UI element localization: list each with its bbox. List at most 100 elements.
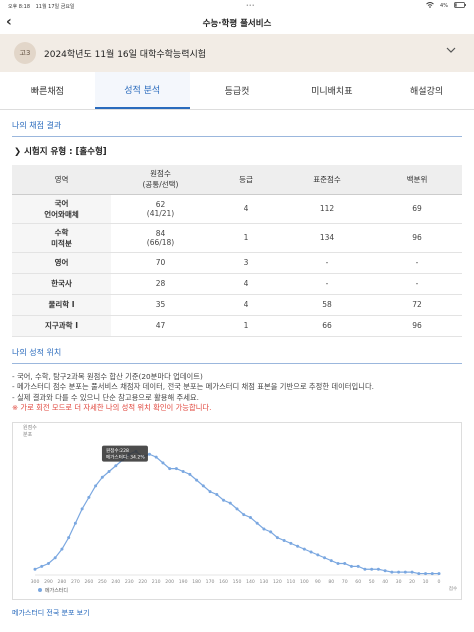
std-cell: 134 [282, 223, 372, 253]
exam-selector[interactable]: 고3 2024학년도 11월 16일 대학수학능력시험 [0, 34, 474, 72]
legend-label: 메가스터디 [45, 587, 68, 594]
data-point [87, 495, 91, 499]
subject-elective: 미적분 [51, 238, 72, 248]
data-point [53, 555, 57, 559]
battery-icon [454, 2, 466, 10]
table-row: 국어 언어와매체 62 (41/21) 4 112 69 [12, 194, 462, 224]
raw-cell: 62 (41/21) [111, 194, 210, 224]
x-tick-label: 190 [179, 579, 188, 585]
score-distribution-chart: 원점수 분포 300 290 280 270 260 250 240 230 220 210 200 19… [12, 421, 462, 600]
x-tick-label: 40 [382, 579, 388, 585]
data-point [201, 483, 205, 487]
grade-cell: 1 [210, 223, 282, 253]
data-point [222, 498, 226, 502]
tab-score-analysis[interactable]: 성적 분석 [94, 72, 190, 109]
tab-mini-placement[interactable]: 미니배치표 [284, 72, 379, 109]
data-point [343, 561, 347, 565]
x-tick-label: 180 [192, 579, 201, 585]
raw-score: 62 [155, 199, 166, 209]
subject-elective: 언어와매체 [44, 209, 79, 219]
header-pct: 백분위 [372, 165, 462, 195]
data-point [94, 483, 98, 487]
data-point [376, 567, 380, 571]
data-point [228, 501, 232, 505]
x-tick-label: 300 [31, 579, 40, 585]
x-tick-label: 80 [328, 579, 334, 585]
data-point [329, 558, 333, 562]
table-row: 영어 70 3 - - [12, 252, 462, 274]
table-row: 지구과학 I 47 1 66 96 [12, 315, 462, 337]
raw-cell: 70 [111, 252, 210, 274]
header-grade: 등급 [210, 165, 282, 195]
data-point [73, 521, 77, 525]
score-table: 영역 원점수 (공통/선택) 등급 표준점수 백분위 국어 언어와매체 62 (… [12, 165, 462, 337]
series-line [34, 450, 439, 574]
grade-cell: 4 [210, 294, 282, 316]
x-tick-label: 60 [355, 579, 361, 585]
data-point [349, 564, 353, 568]
raw-cell: 47 [111, 315, 210, 337]
data-point [80, 506, 84, 510]
data-point [302, 547, 306, 551]
data-point [424, 571, 428, 575]
data-point [289, 541, 293, 545]
data-point [417, 571, 421, 575]
x-tick-label: 200 [165, 579, 174, 585]
section-divider [12, 362, 462, 364]
data-point [430, 571, 434, 575]
header-raw-label: 원점수 [150, 169, 171, 179]
status-date: 11월 17일 금요일 [35, 3, 75, 10]
data-point [195, 478, 199, 482]
data-point [336, 561, 340, 565]
back-chevron-icon[interactable]: ‹ [6, 14, 12, 30]
data-point [309, 550, 313, 553]
data-point [60, 547, 64, 551]
position-section-title: 나의 성적 위치 [12, 347, 62, 357]
header-raw-sub: (공통/선택) [142, 180, 179, 190]
raw-cell: 35 [111, 294, 210, 316]
data-point [255, 521, 259, 525]
grade-cell: 4 [210, 273, 282, 295]
data-point [46, 561, 50, 565]
tab-grade-cut[interactable]: 등급컷 [190, 72, 285, 109]
data-point [242, 512, 246, 516]
national-distribution-link[interactable]: 메가스터디 전국 분포 보기 [12, 608, 462, 618]
x-tick-label: 70 [342, 579, 348, 585]
subject-cell: 영어 [12, 252, 111, 274]
status-left: 오후 8:18 11월 17일 금요일 [8, 3, 75, 10]
data-point [154, 455, 158, 459]
data-point [107, 469, 111, 473]
chevron-down-icon[interactable] [446, 46, 456, 57]
data-point [168, 466, 172, 470]
paper-type: ❯ 시험지 유형 : [홀수형] [14, 147, 107, 157]
pct-cell: 69 [372, 194, 462, 224]
x-tick-label: 220 [138, 579, 147, 585]
tab-bar: 빠른채점 성적 분석 등급컷 미니배치표 해설강의 [0, 72, 474, 110]
x-tick-label: 150 [233, 579, 242, 585]
x-tick-label: 270 [71, 579, 80, 585]
position-notes: - 국어, 수학, 탐구2과목 원점수 합산 기준(20분마다 업데이트) - … [12, 372, 462, 414]
x-tick-label: 170 [206, 579, 215, 585]
tab-quick-grading[interactable]: 빠른채점 [0, 72, 95, 109]
tab-lecture[interactable]: 해설강의 [379, 72, 474, 109]
note-line: - 실제 결과와 다를 수 있으니 단순 참고용으로 활용해 주세요. [12, 392, 199, 402]
std-cell: - [282, 273, 372, 295]
legend-marker [38, 587, 42, 592]
std-cell: 112 [282, 194, 372, 224]
data-point [410, 570, 414, 574]
x-tick-label: 100 [300, 579, 309, 585]
data-point [316, 552, 320, 556]
data-point [181, 469, 185, 473]
data-point [174, 466, 178, 470]
data-point [323, 555, 327, 559]
status-bar: 오후 8:18 11월 17일 금요일 ••• 4% [0, 0, 474, 12]
x-axis-label: 점수 [449, 585, 457, 592]
subject-name: 국어 [54, 198, 69, 208]
x-tick-label: 290 [44, 579, 53, 585]
table-row: 물리학 I 35 4 58 72 [12, 294, 462, 316]
x-tick-label: 130 [260, 579, 269, 585]
x-tick-label: 140 [246, 579, 255, 585]
x-tick-label: 0 [438, 579, 441, 585]
pct-cell: 96 [372, 315, 462, 337]
results-section-title: 나의 채점 결과 [12, 121, 62, 130]
